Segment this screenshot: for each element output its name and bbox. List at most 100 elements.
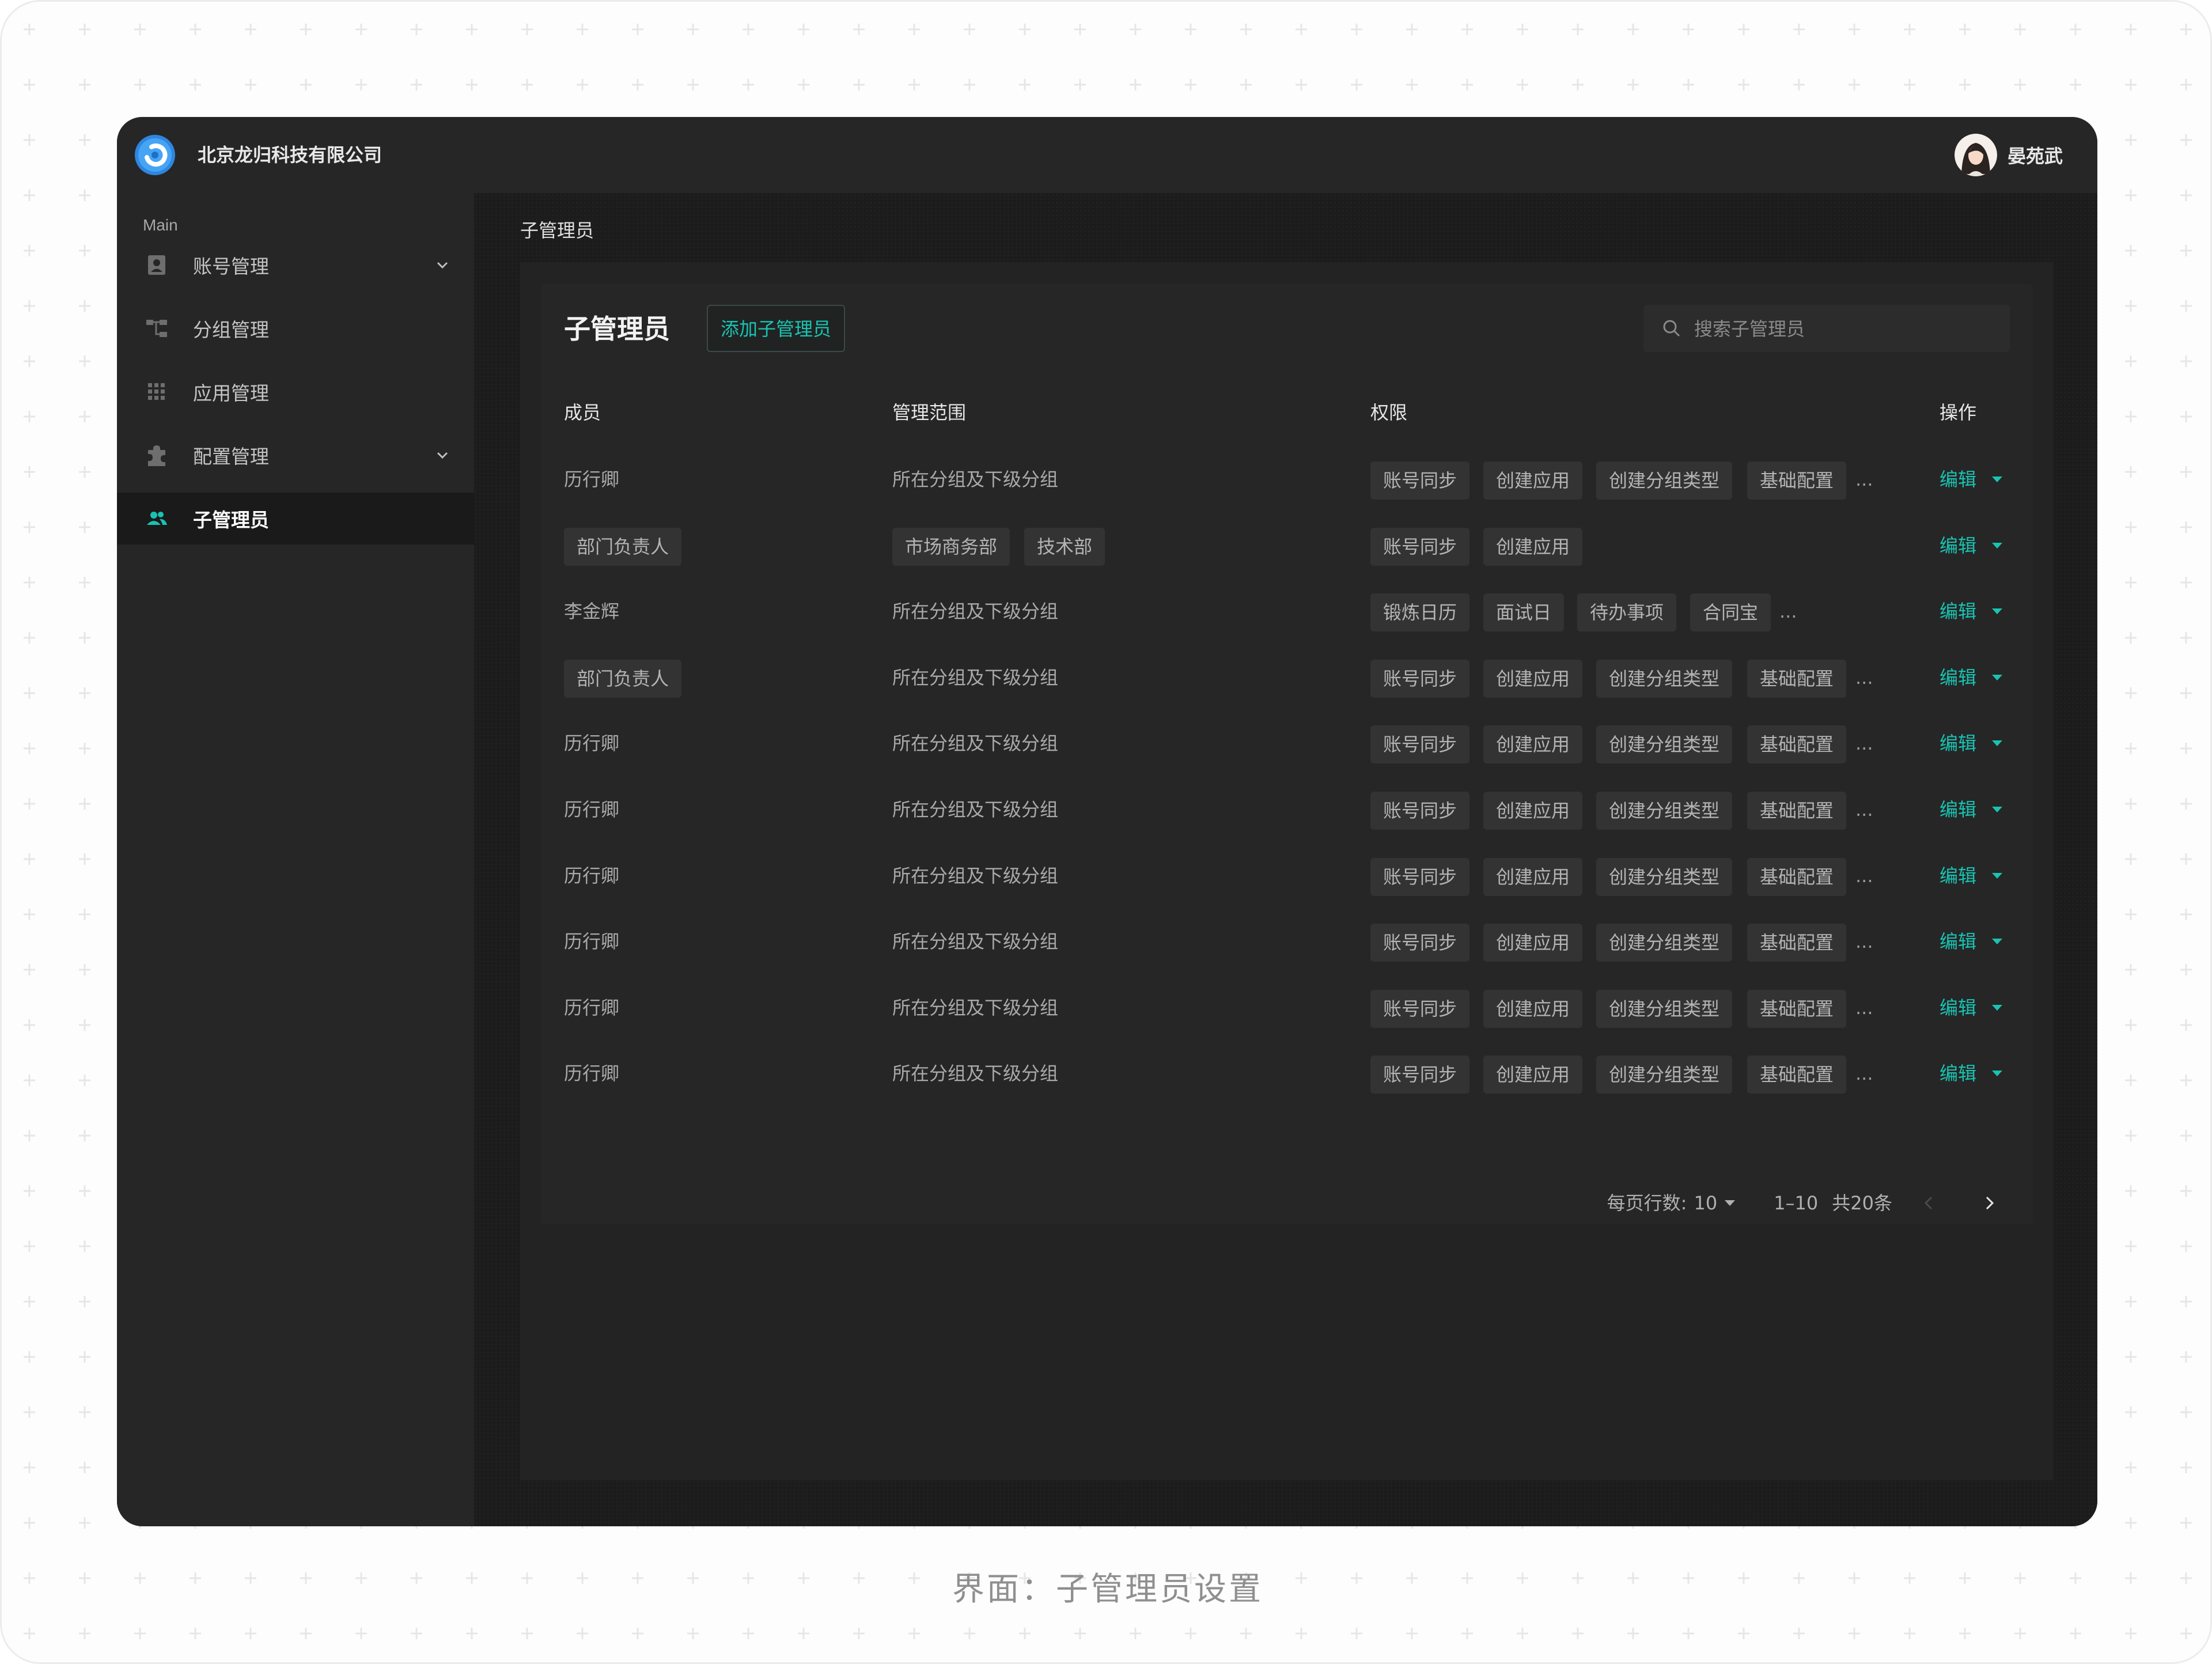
username: 晏苑武	[2007, 145, 2063, 167]
scope-tag: 技术部	[1024, 527, 1105, 566]
edit-button[interactable]: 编辑	[1940, 645, 1976, 710]
member-name: 部门负责人	[564, 659, 682, 698]
chevron-left-icon[interactable]	[1918, 1192, 1941, 1215]
sub-admin-card: 子管理员 添加子管理员 成员 管理范围 权限 操作 历行卿所在分组及下级分组账号…	[541, 284, 2033, 1224]
permission-tag: 创建分组类型	[1596, 725, 1733, 764]
permission-tag: 创建应用	[1483, 725, 1583, 764]
permission-tag: 创建分组类型	[1596, 924, 1733, 962]
table-row: 历行卿 所在分组及下级分组 账号同步 创建应用 创建分组类型 基础配置... 编辑	[541, 843, 2033, 909]
member-name: 历行卿	[564, 864, 620, 887]
permission-tag: 锻炼日历	[1370, 593, 1470, 632]
edit-button[interactable]: 编辑	[1940, 447, 1976, 512]
page-title: 子管理员	[564, 313, 670, 345]
scope-text: 所在分组及下级分组	[892, 931, 1059, 953]
table-row: 历行卿 所在分组及下级分组 账号同步 创建应用 创建分组类型 基础配置... 编辑	[541, 975, 2033, 1041]
caret-down-icon[interactable]	[1990, 871, 2004, 881]
member-name: 李金辉	[564, 600, 620, 623]
scope-text: 所在分组及下级分组	[892, 666, 1059, 689]
caret-down-icon[interactable]	[1990, 474, 2004, 485]
edit-button[interactable]: 编辑	[1940, 975, 1976, 1041]
edit-button[interactable]: 编辑	[1940, 843, 1976, 909]
permission-tag: 账号同步	[1370, 725, 1470, 764]
avatar[interactable]	[1954, 134, 1997, 176]
more-permissions-ellipsis: ...	[1855, 666, 1873, 689]
member-name: 历行卿	[564, 1062, 620, 1085]
sidebar: Main 账号管理 分组管理 应用管理 配置管理 子管理员	[117, 193, 474, 1526]
pagination: 每页行数: 10 1–10 共20条	[1607, 1189, 2001, 1217]
permission-tag: 基础配置	[1747, 792, 1847, 830]
search-icon	[1663, 320, 1680, 337]
breadcrumb[interactable]: 子管理员	[520, 216, 594, 243]
company-logo-icon	[135, 135, 175, 175]
sidebar-item-label: 分组管理	[193, 319, 269, 341]
company-name: 北京龙归科技有限公司	[198, 144, 382, 166]
caret-down-icon[interactable]	[1990, 672, 2004, 683]
sidebar-item-label: 配置管理	[193, 445, 269, 468]
permission-tag: 账号同步	[1370, 857, 1470, 896]
sidebar-item-sub-admin[interactable]: 子管理员	[117, 493, 474, 544]
permission-tag: 合同宝	[1690, 593, 1771, 632]
scope-text: 所在分组及下级分组	[892, 996, 1059, 1019]
permission-tag: 创建应用	[1483, 924, 1583, 962]
edit-button[interactable]: 编辑	[1940, 710, 1976, 776]
caret-down-icon[interactable]	[1990, 1003, 2004, 1013]
search-box[interactable]	[1643, 305, 2010, 353]
chevron-right-icon[interactable]	[1978, 1192, 2001, 1215]
table-row: 部门负责人 所在分组及下级分组 账号同步 创建应用 创建分组类型 基础配置... 编辑	[541, 645, 2033, 710]
sidebar-item-label: 子管理员	[193, 509, 269, 531]
edit-button[interactable]: 编辑	[1940, 909, 1976, 974]
top-bar: 北京龙归科技有限公司 晏苑武	[117, 117, 2097, 194]
permission-tag: 面试日	[1483, 593, 1565, 632]
page-board: 北京龙归科技有限公司 晏苑武 Main 账号管理 分组管理 应用管理 配置管理 …	[0, 0, 2212, 1664]
edit-button[interactable]: 编辑	[1940, 777, 1976, 842]
edit-button[interactable]: 编辑	[1940, 578, 1976, 644]
column-header-actions: 操作	[1940, 402, 1977, 423]
permission-tag: 账号同步	[1370, 1056, 1470, 1094]
permission-tag: 创建应用	[1483, 1056, 1583, 1094]
member-name: 历行卿	[564, 732, 620, 755]
scope-text: 所在分组及下级分组	[892, 732, 1059, 755]
rows-per-page-select[interactable]: 10	[1694, 1189, 1737, 1217]
permission-tag: 创建应用	[1483, 659, 1583, 698]
more-permissions-ellipsis: ...	[1855, 799, 1873, 820]
permission-tag: 基础配置	[1747, 857, 1847, 896]
permission-tag: 基础配置	[1747, 924, 1847, 962]
search-input[interactable]	[1693, 305, 1995, 353]
permission-tag: 创建分组类型	[1596, 792, 1733, 830]
chevron-down-icon[interactable]	[434, 256, 451, 274]
edit-button[interactable]: 编辑	[1940, 1041, 1976, 1106]
permission-tag: 创建应用	[1483, 462, 1583, 500]
permission-tag: 创建分组类型	[1596, 989, 1733, 1028]
permission-tag: 创建分组类型	[1596, 462, 1733, 500]
member-name: 历行卿	[564, 996, 620, 1019]
more-permissions-ellipsis: ...	[1855, 468, 1873, 490]
user-menu[interactable]: 晏苑武	[1954, 117, 2063, 193]
chevron-down-icon[interactable]	[434, 447, 451, 464]
caret-down-icon[interactable]	[1990, 738, 2004, 748]
table-row: 历行卿 所在分组及下级分组 账号同步 创建应用 创建分组类型 基础配置... 编辑	[541, 777, 2033, 842]
permission-tag: 创建应用	[1483, 527, 1583, 566]
scope-text: 所在分组及下级分组	[892, 468, 1059, 490]
more-permissions-ellipsis: ...	[1855, 732, 1873, 755]
users-icon	[147, 512, 167, 525]
total-count: 共20条	[1832, 1192, 1892, 1214]
sidebar-item-label: 账号管理	[193, 255, 269, 278]
sidebar-item-config[interactable]: 配置管理	[117, 429, 474, 481]
sidebar-item-account[interactable]: 账号管理	[117, 239, 474, 291]
column-header-scope: 管理范围	[892, 402, 967, 423]
caret-down-icon[interactable]	[1990, 540, 2004, 551]
scope-text: 所在分组及下级分组	[892, 600, 1059, 623]
column-header-permissions: 权限	[1370, 402, 1408, 423]
table-row: 历行卿 所在分组及下级分组 账号同步 创建应用 创建分组类型 基础配置... 编辑	[541, 710, 2033, 776]
sidebar-item-groups[interactable]: 分组管理	[117, 302, 474, 354]
caret-down-icon[interactable]	[1990, 936, 2004, 947]
caret-down-icon	[1725, 1200, 1736, 1206]
permission-tag: 创建应用	[1483, 857, 1583, 896]
sidebar-item-apps[interactable]: 应用管理	[117, 366, 474, 418]
caret-down-icon[interactable]	[1990, 1068, 2004, 1079]
caret-down-icon[interactable]	[1990, 606, 2004, 617]
edit-button[interactable]: 编辑	[1940, 513, 1976, 578]
scope-text: 所在分组及下级分组	[892, 1062, 1059, 1085]
caret-down-icon[interactable]	[1990, 804, 2004, 815]
add-sub-admin-button[interactable]: 添加子管理员	[707, 305, 846, 352]
